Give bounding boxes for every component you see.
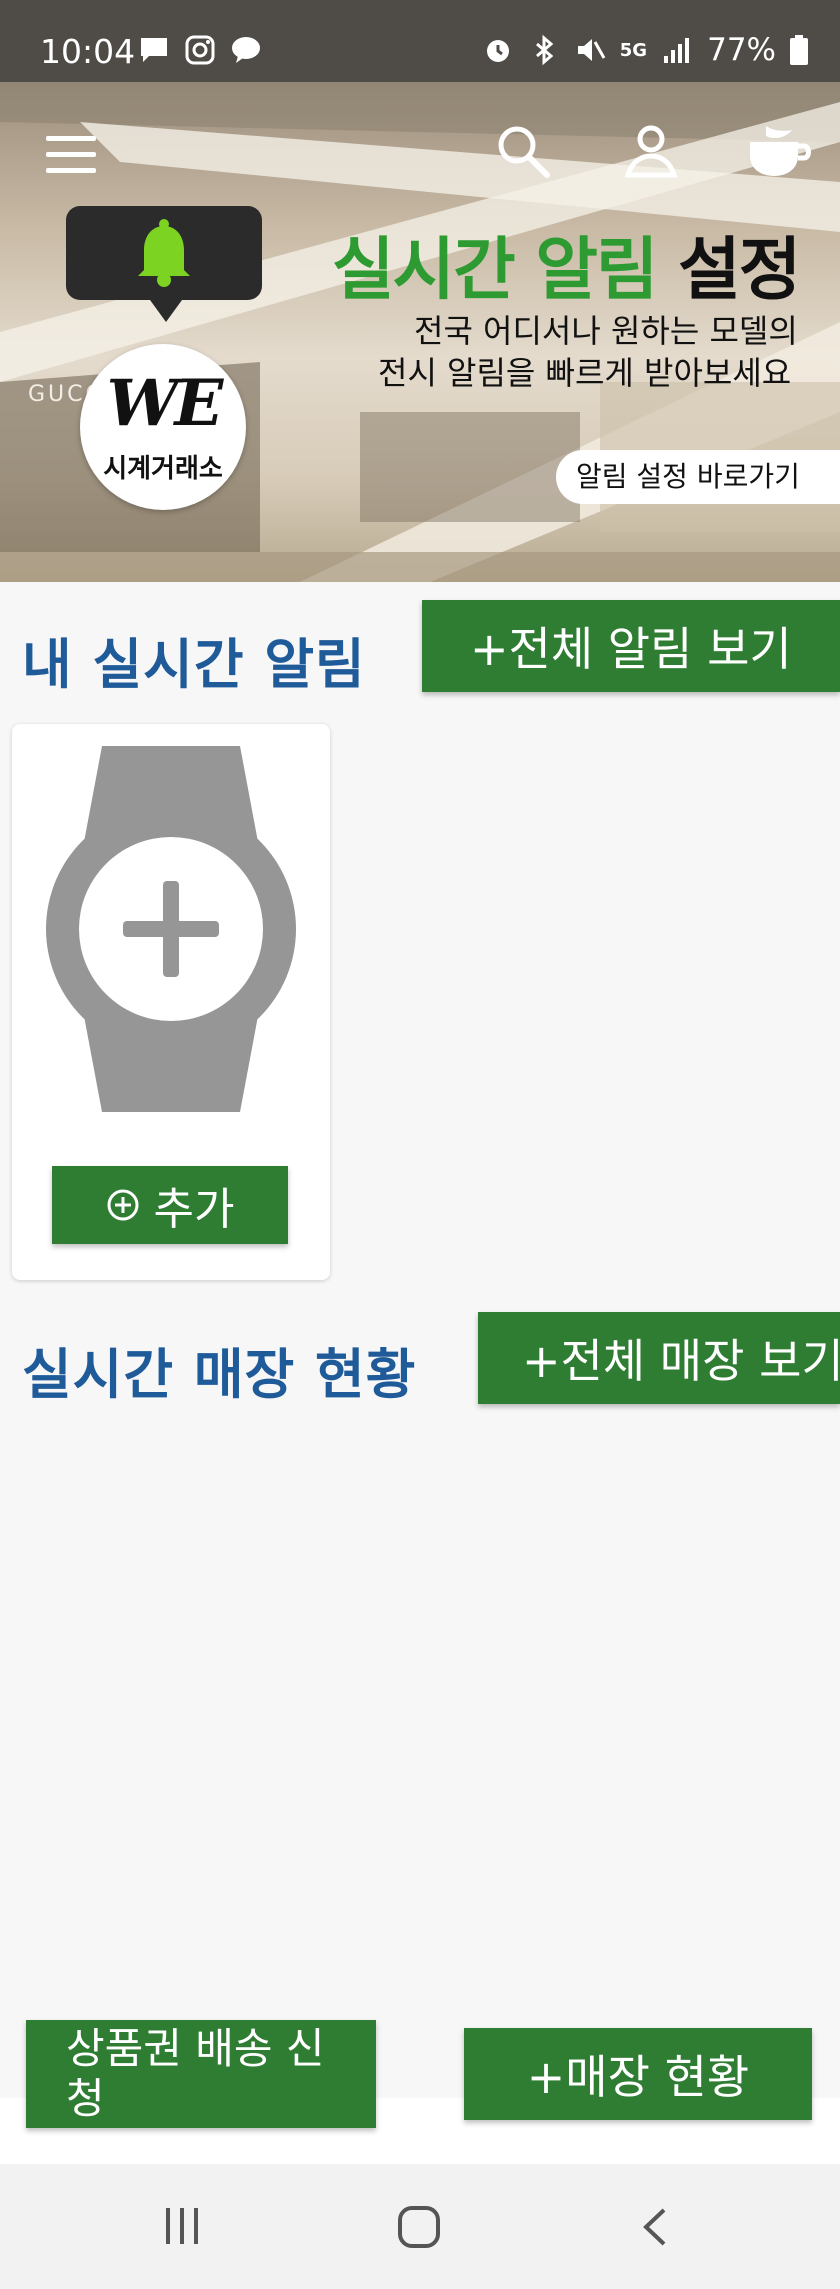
network-type: 5G bbox=[619, 39, 648, 61]
bell-icon bbox=[138, 219, 190, 287]
alert-settings-link[interactable]: 알림 설정 바로가기 bbox=[556, 450, 840, 504]
alert-card[interactable]: 추가 bbox=[12, 724, 330, 1280]
add-alert-button[interactable]: 추가 bbox=[52, 1166, 288, 1244]
we-logo[interactable]: WE 시계거래소 bbox=[80, 344, 246, 510]
status-bar: 10:04 5G 77% bbox=[0, 0, 840, 82]
hero-title: 실시간 알림 설정 bbox=[332, 214, 801, 313]
logo-mark: WE bbox=[106, 366, 224, 441]
alarm-icon bbox=[486, 40, 509, 62]
battery-icon bbox=[790, 35, 808, 65]
coffee-icon[interactable] bbox=[744, 120, 814, 182]
hero-banner[interactable]: GUCC WE 시계거래소 실시간 알림 설정 전국 어디서나 원하는 모델의 … bbox=[0, 82, 840, 582]
search-icon[interactable] bbox=[492, 120, 554, 182]
bluetooth-icon bbox=[535, 34, 554, 66]
system-status: 5G 77% bbox=[482, 32, 808, 68]
hero-subtitle-line2: 전시 알림을 빠르게 받아보세요 bbox=[378, 354, 792, 392]
status-time: 10:04 bbox=[40, 32, 136, 71]
view-all-stores-button[interactable]: +전체 매장 보기 bbox=[478, 1312, 840, 1404]
plus-circle-icon bbox=[107, 1189, 139, 1221]
mute-icon bbox=[577, 39, 606, 61]
store-status-button[interactable]: +매장 현황 bbox=[464, 2028, 812, 2120]
home-icon[interactable] bbox=[396, 2204, 442, 2250]
logo-subtitle: 시계거래소 bbox=[103, 454, 223, 484]
system-nav-bar bbox=[0, 2164, 840, 2289]
view-all-alerts-button[interactable]: +전체 알림 보기 bbox=[422, 600, 840, 692]
store-status-title: 실시간 매장 현황 bbox=[22, 1343, 417, 1406]
talk-icon bbox=[232, 37, 260, 63]
voucher-delivery-button[interactable]: 상품권 배송 신청 bbox=[26, 2020, 376, 2128]
battery-percent: 77% bbox=[707, 32, 776, 68]
message-icon bbox=[141, 38, 167, 62]
bell-badge bbox=[66, 206, 262, 322]
hero-title-green: 실시간 알림 bbox=[332, 231, 658, 310]
menu-button[interactable] bbox=[46, 134, 98, 178]
hero-title-dark: 설정 bbox=[678, 231, 801, 310]
instagram-icon bbox=[185, 35, 215, 65]
hero-subtitle-line1: 전국 어디서나 원하는 모델의 bbox=[414, 312, 798, 350]
back-icon[interactable] bbox=[636, 2204, 676, 2250]
notification-icons bbox=[138, 34, 262, 66]
watch-add-icon bbox=[46, 746, 296, 1112]
add-alert-label: 추가 bbox=[153, 1184, 235, 1235]
hero-subtitle: 전국 어디서나 원하는 모델의 전시 알림을 빠르게 받아보세요 bbox=[378, 310, 798, 394]
signal-icon bbox=[664, 38, 690, 63]
my-alerts-title: 내 실시간 알림 bbox=[22, 633, 366, 696]
user-icon[interactable] bbox=[620, 120, 682, 182]
recent-apps-icon[interactable] bbox=[160, 2204, 204, 2248]
